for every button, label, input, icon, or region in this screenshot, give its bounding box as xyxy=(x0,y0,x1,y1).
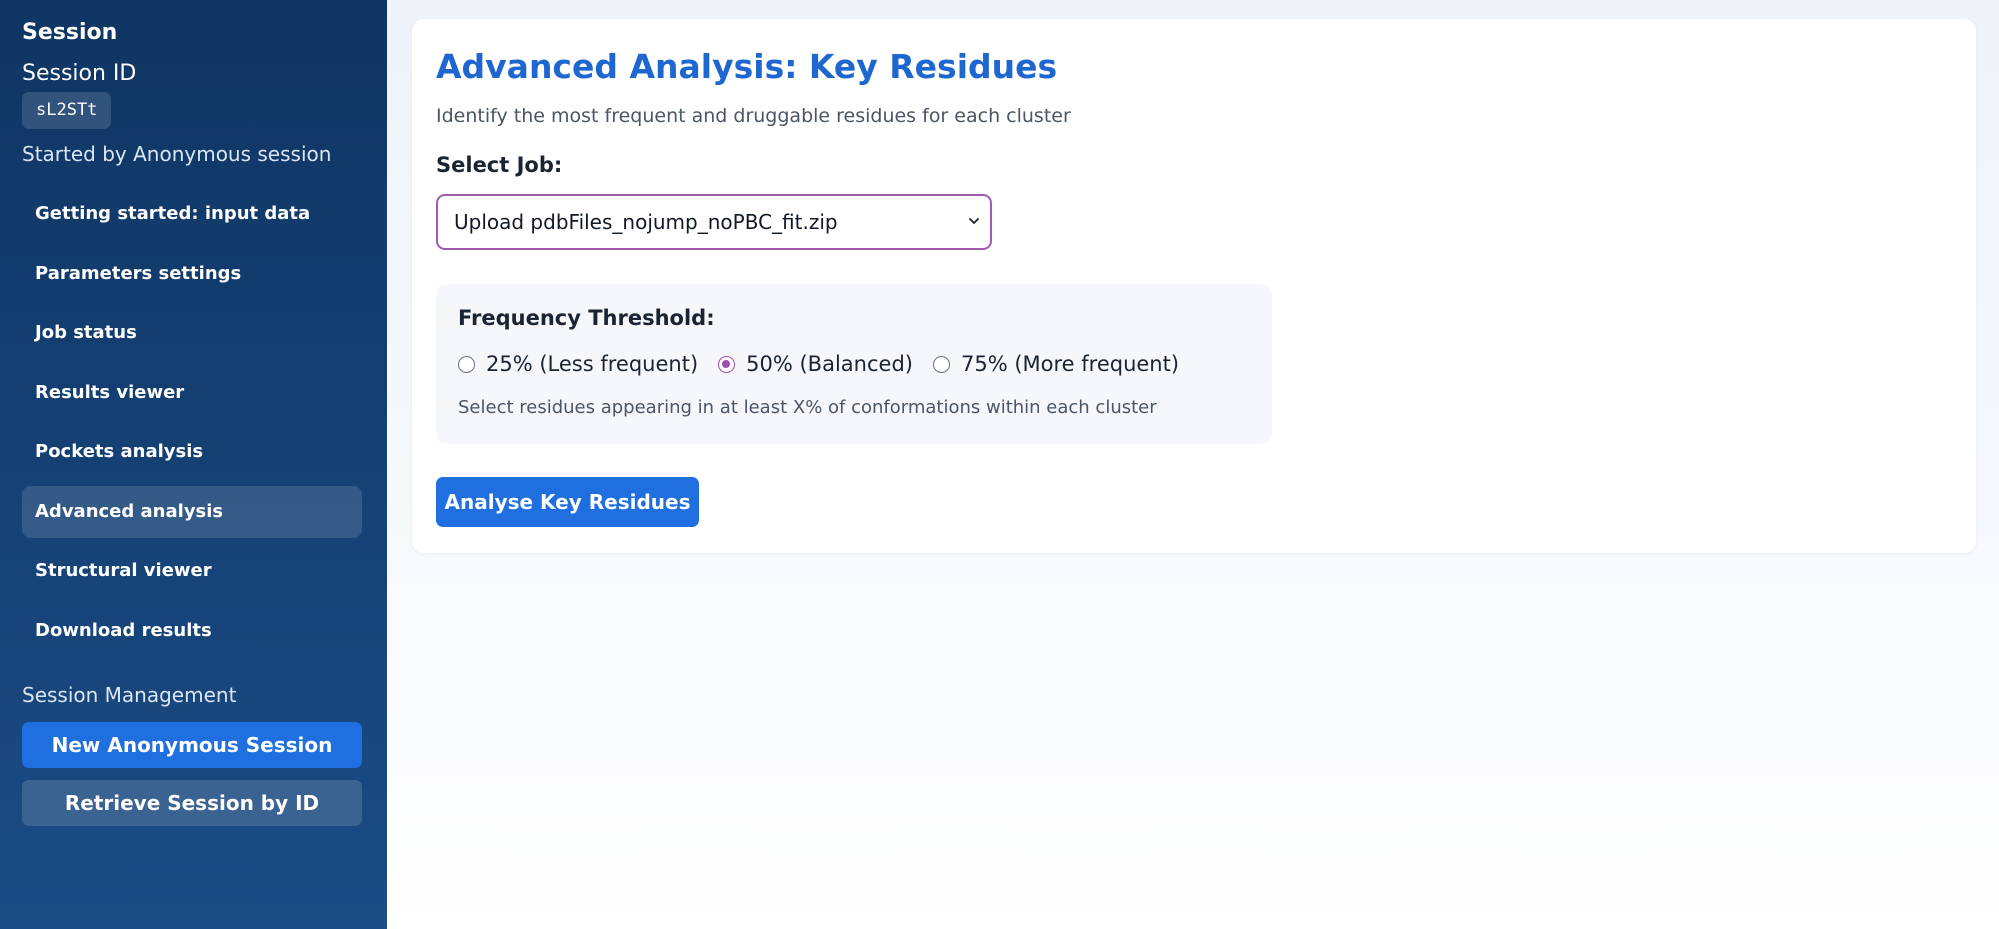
chevron-down-icon xyxy=(969,218,979,224)
started-by-text: Started by Anonymous session xyxy=(22,142,332,166)
sidebar-item-download-results[interactable]: Download results xyxy=(22,605,362,657)
radio-button-50[interactable] xyxy=(718,355,736,373)
frequency-threshold-panel: Frequency Threshold: 25% (Less frequent)… xyxy=(436,284,1272,444)
page-title: Advanced Analysis: Key Residues xyxy=(436,47,1058,86)
main-area: Advanced Analysis: Key Residues Identify… xyxy=(387,0,1999,929)
session-id-label: Session ID xyxy=(22,61,137,86)
sidebar-item-results-viewer[interactable]: Results viewer xyxy=(22,367,362,419)
radio-option-25[interactable]: 25% (Less frequent) xyxy=(458,352,698,376)
sidebar-title: Session xyxy=(22,20,118,45)
app: Session Session ID sL2STt Started by Ano… xyxy=(0,0,1999,929)
frequency-help-text: Select residues appearing in at least X%… xyxy=(458,397,1157,418)
radio-label-75: 75% (More frequent) xyxy=(960,352,1180,376)
page-subtitle: Identify the most frequent and druggable… xyxy=(436,105,1071,127)
radio-option-75[interactable]: 75% (More frequent) xyxy=(932,352,1180,376)
sidebar-item-structural-viewer[interactable]: Structural viewer xyxy=(22,545,362,597)
radio-button-25[interactable] xyxy=(458,355,475,373)
frequency-radio-group: 25% (Less frequent) 50% (Balanced) 75% (… xyxy=(458,352,1199,376)
sidebar-item-advanced-analysis[interactable]: Advanced analysis xyxy=(22,485,362,538)
job-select-value: Upload pdbFiles_nojump_noPBC_fit.zip xyxy=(454,210,838,234)
sidebar-item-pockets-analysis[interactable]: Pockets analysis xyxy=(22,426,362,478)
frequency-threshold-title: Frequency Threshold: xyxy=(458,306,715,330)
session-management-label: Session Management xyxy=(22,683,237,707)
sidebar-item-getting-started[interactable]: Getting started: input data xyxy=(22,188,362,240)
analyse-key-residues-button[interactable]: Analyse Key Residues xyxy=(436,477,699,527)
retrieve-session-button[interactable]: Retrieve Session by ID xyxy=(22,780,362,826)
radio-option-50[interactable]: 50% (Balanced) xyxy=(718,352,913,376)
analysis-card: Advanced Analysis: Key Residues Identify… xyxy=(412,19,1976,553)
radio-button-75[interactable] xyxy=(932,355,950,373)
sidebar-item-parameters-settings[interactable]: Parameters settings xyxy=(22,248,362,300)
session-id-code: sL2STt xyxy=(22,92,112,129)
sidebar-item-job-status[interactable]: Job status xyxy=(22,307,362,359)
sidebar-nav: Getting started: input data Parameters s… xyxy=(22,188,362,664)
select-job-label: Select Job: xyxy=(436,153,563,177)
job-select[interactable]: Upload pdbFiles_nojump_noPBC_fit.zip xyxy=(436,194,992,250)
radio-label-50: 50% (Balanced) xyxy=(746,352,913,376)
sidebar: Session Session ID sL2STt Started by Ano… xyxy=(0,0,387,929)
new-anonymous-session-button[interactable]: New Anonymous Session xyxy=(22,722,362,768)
radio-label-25: 25% (Less frequent) xyxy=(486,352,699,376)
